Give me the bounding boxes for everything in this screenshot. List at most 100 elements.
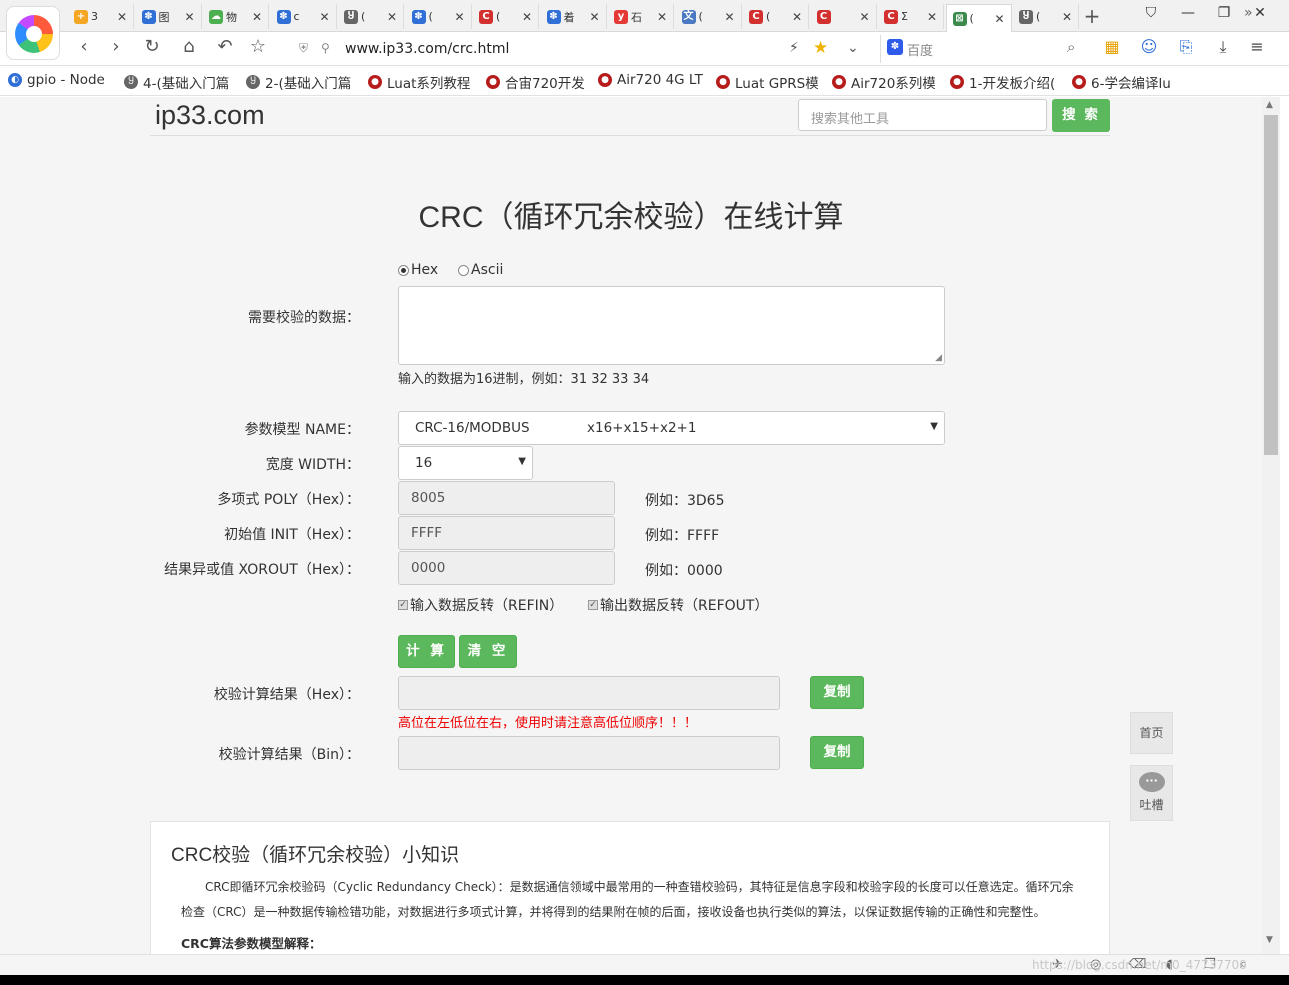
bookmark-item[interactable]: ● Air720 4G LT <box>598 72 708 88</box>
browser-search-box[interactable]: ✽ 百度 ⌕ <box>880 35 1088 63</box>
tool-search-button[interactable]: 搜 索 <box>1052 99 1110 132</box>
xorout-input[interactable]: 0000 <box>398 551 615 585</box>
init-input[interactable]: FFFF <box>398 516 615 550</box>
close-tab-icon[interactable]: ✕ <box>859 10 869 24</box>
copy-hex-button[interactable]: 复制 <box>810 676 864 709</box>
result-bin-output[interactable] <box>398 736 780 770</box>
tab-5[interactable]: ✽(✕ <box>406 4 472 29</box>
bookmark-item[interactable]: ● Luat GPRS模 <box>716 72 824 92</box>
radio-hex[interactable]: Hex <box>398 262 438 278</box>
close-tab-icon[interactable]: ✕ <box>724 10 734 24</box>
refout-checkbox[interactable]: ✓ 输出数据反转（REFOUT） <box>588 595 768 615</box>
tab-11[interactable]: C ✕ <box>811 4 877 29</box>
scroll-up-icon[interactable]: ▲ <box>1266 100 1273 110</box>
scroll-down-icon[interactable]: ▼ <box>1266 935 1273 945</box>
bookmark-item[interactable]: ● 1-开发板介绍( <box>950 72 1064 92</box>
reload-icon[interactable]: ↻ <box>140 36 164 57</box>
close-tab-icon[interactable]: ✕ <box>319 10 329 24</box>
bookmark-item[interactable]: Ⴘ 2-(基础入门篇 <box>246 72 360 92</box>
bookmark-item[interactable]: Ⴘ 4-(基础入门篇 <box>124 72 238 92</box>
apps-grid-icon[interactable]: ▦ <box>1102 37 1122 57</box>
bookmark-item[interactable]: ● 合宙720开发 <box>486 72 590 92</box>
result-hex-output[interactable] <box>398 676 780 710</box>
back-icon[interactable]: ‹ <box>72 36 96 57</box>
bookmark-item[interactable]: ● 6-学会编译lu <box>1072 72 1176 92</box>
tab-13[interactable]: ⊠(✕ <box>945 4 1012 32</box>
close-tab-icon[interactable]: ✕ <box>522 10 532 24</box>
tab-favicon-icon: ⊠ <box>952 11 967 26</box>
bookmark-item[interactable]: ● Air720系列模 <box>832 72 942 92</box>
tab-9[interactable]: 文(✕ <box>676 4 742 29</box>
tab-1[interactable]: ✽ 图 ✕ <box>136 4 202 29</box>
xorout-example: 例如：0000 <box>645 563 723 579</box>
close-tab-icon[interactable]: ✕ <box>387 10 397 24</box>
url-text[interactable]: www.ip33.com/crc.html <box>345 41 509 57</box>
home-icon[interactable]: ⌂ <box>177 36 201 57</box>
radio-ascii[interactable]: Ascii <box>458 262 503 278</box>
radio-hex-label: Hex <box>411 262 439 278</box>
radio-unselected-icon[interactable] <box>458 264 469 276</box>
width-label: 宽度 WIDTH： <box>265 457 360 473</box>
checkbox-checked-icon[interactable]: ✓ <box>398 600 408 610</box>
site-logo[interactable]: ip33.com <box>155 100 265 131</box>
new-tab-icon[interactable]: + <box>1082 4 1102 28</box>
checkbox-checked-icon[interactable]: ✓ <box>588 600 598 610</box>
tab-14[interactable]: Ⴘ(✕ <box>1013 4 1079 29</box>
close-tab-icon[interactable]: ✕ <box>1062 10 1072 24</box>
close-tab-icon[interactable]: ✕ <box>454 10 464 24</box>
skin-icon[interactable]: ⛉ <box>1139 5 1163 21</box>
tab-10[interactable]: C(✕ <box>743 4 809 29</box>
bookmark-item[interactable]: ◐ gpio - Node <box>8 72 116 88</box>
lightning-icon[interactable]: ⚡ <box>789 40 799 56</box>
address-bar[interactable]: ⛨ ⚲ www.ip33.com/crc.html ⚡ ★ ⌄ <box>290 35 870 63</box>
close-tab-icon[interactable]: ✕ <box>117 10 127 24</box>
tool-search-input[interactable]: 搜索其他工具 <box>798 99 1047 131</box>
close-tab-icon[interactable]: ✕ <box>252 10 262 24</box>
resize-grip-icon[interactable]: ◢ <box>935 353 942 363</box>
close-tab-icon[interactable]: ✕ <box>792 10 802 24</box>
scrollbar-thumb[interactable] <box>1264 115 1278 455</box>
model-select[interactable]: CRC-16/MODBUS x16+x15+x2+1 ▼ <box>398 411 945 445</box>
forward-icon[interactable]: › <box>104 36 128 57</box>
download-icon[interactable]: ⤓ <box>1213 37 1233 57</box>
close-tab-icon[interactable]: ✕ <box>994 12 1004 26</box>
tab-0[interactable]: +3 ✕ <box>68 4 134 29</box>
radio-selected-icon[interactable] <box>398 264 409 276</box>
bookmark-star-icon[interactable]: ★ <box>813 38 828 58</box>
more-bookmarks-icon[interactable]: » <box>1244 5 1253 21</box>
tab-12[interactable]: C Σ ✕ <box>878 4 944 29</box>
data-label: 需要校验的数据： <box>248 310 360 326</box>
home-float-button[interactable]: 首页 <box>1130 712 1173 754</box>
undo-icon[interactable]: ↶ <box>213 36 237 57</box>
maximize-icon[interactable]: ❐ <box>1212 5 1236 21</box>
bookmark-item[interactable]: ● Luat系列教程 <box>368 72 478 92</box>
close-tab-icon[interactable]: ✕ <box>184 10 194 24</box>
menu-icon[interactable]: ≡ <box>1247 37 1267 57</box>
width-select[interactable]: 16 ▼ <box>398 446 533 480</box>
calculate-button[interactable]: 计 算 <box>398 635 455 668</box>
close-tab-icon[interactable]: ✕ <box>589 10 599 24</box>
clear-button[interactable]: 清 空 <box>459 635 517 668</box>
browser-logo-icon[interactable] <box>6 6 60 60</box>
minimize-icon[interactable]: — <box>1176 5 1200 21</box>
search-icon[interactable]: ⌕ <box>1067 38 1075 56</box>
chat-icon[interactable]: ☺ <box>1139 37 1159 57</box>
tab-3[interactable]: ✽ c ✕ <box>271 4 337 29</box>
tab-7[interactable]: ✽ 着 ✕ <box>541 4 607 29</box>
vertical-scrollbar[interactable]: ▲ ▼ <box>1262 97 1280 954</box>
page-info-icon[interactable]: ⚲ <box>321 41 330 55</box>
tab-8[interactable]: y 石 ✕ <box>608 4 674 29</box>
copy-bin-button[interactable]: 复制 <box>810 736 864 769</box>
translate-icon[interactable]: ⎘ <box>1176 37 1196 57</box>
favorite-star-icon[interactable]: ☆ <box>246 36 270 57</box>
tab-2[interactable]: ☁ 物 ✕ <box>203 4 269 29</box>
chevron-down-icon[interactable]: ⌄ <box>847 40 859 56</box>
feedback-float-button[interactable]: ··· 吐槽 <box>1130 765 1173 821</box>
data-textarea[interactable]: ◢ <box>398 286 945 365</box>
close-tab-icon[interactable]: ✕ <box>927 10 937 24</box>
close-tab-icon[interactable]: ✕ <box>657 10 667 24</box>
poly-input[interactable]: 8005 <box>398 481 615 515</box>
tab-6[interactable]: C(✕ <box>473 4 539 29</box>
tab-4[interactable]: Ⴘ(✕ <box>338 4 404 29</box>
refin-checkbox[interactable]: ✓ 输入数据反转（REFIN） <box>398 595 563 615</box>
